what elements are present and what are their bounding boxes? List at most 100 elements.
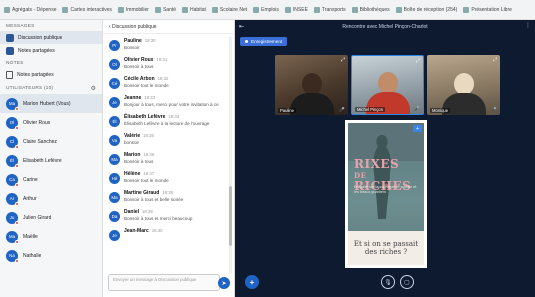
message-content: Martine Giraud 18:38 Bonsoir à tous et bel… bbox=[124, 190, 183, 203]
expand-icon[interactable]: ⤢ bbox=[416, 58, 420, 64]
public-chat-item[interactable]: Discussion publique bbox=[0, 31, 102, 44]
bookmark-item[interactable]: Habitat bbox=[182, 6, 206, 13]
status-dot-icon bbox=[15, 125, 19, 130]
user-row[interactable]: Ar Arthur bbox=[0, 189, 102, 208]
message-text: Bonsoir à tous et belle soirée bbox=[124, 197, 184, 202]
favicon-icon bbox=[154, 6, 161, 13]
message-content: Cécile Arbon 18:32 Bonsoir tout le monde bbox=[124, 76, 169, 89]
chat-panel: ‹ Discussion publique Pr Pauline 18:30 Bons… bbox=[103, 20, 235, 297]
message-header: Cécile Arbon 18:32 bbox=[124, 76, 169, 82]
message-content: Élisabeth Lefèvre 18:34 Élisabeth Lefèvre … bbox=[124, 114, 209, 127]
status-dot-icon bbox=[15, 106, 19, 111]
gear-icon[interactable]: ⚙ bbox=[91, 85, 96, 92]
send-icon: ➤ bbox=[221, 280, 227, 287]
left-panel: MESSAGES Discussion publique Notes parta… bbox=[0, 20, 103, 297]
bookmark-label: Immobilier bbox=[125, 6, 149, 13]
avatar: Ol bbox=[109, 59, 120, 70]
recording-badge[interactable]: Enregistrement bbox=[240, 37, 288, 46]
slide-footer: Et si on se passait des riches ? bbox=[348, 231, 424, 265]
video-tile-2[interactable]: ⤢ Michel Pinçon 🎤 bbox=[351, 55, 424, 115]
avatar-initials: Cl bbox=[9, 139, 15, 144]
users-section-title: UTILISATEURS (10) bbox=[6, 86, 54, 91]
bookmark-item[interactable]: Cartes interactives bbox=[62, 6, 112, 13]
avatar-initials: Ol bbox=[112, 62, 117, 67]
message-time: 18:31 bbox=[156, 57, 168, 62]
message-time: 18:40 bbox=[151, 228, 163, 233]
scrollbar-thumb[interactable] bbox=[229, 186, 232, 246]
user-row[interactable]: Ju Julien Girard bbox=[0, 208, 102, 227]
avatar-initials: Pr bbox=[112, 43, 117, 48]
actions-button[interactable]: + bbox=[245, 275, 259, 289]
status-dot-icon bbox=[15, 239, 19, 244]
video-tile-1[interactable]: ⤢ Pauline 🎤 bbox=[275, 55, 348, 115]
notes-item[interactable]: Notes partagées bbox=[0, 68, 102, 81]
avatar-initials: Je bbox=[112, 100, 117, 105]
camera-icon: ▢ bbox=[404, 279, 410, 286]
bookmark-item[interactable]: Immobilier bbox=[117, 6, 149, 13]
more-options-icon[interactable]: ⋮ bbox=[525, 22, 531, 29]
slide-options-button[interactable]: + bbox=[413, 125, 422, 132]
notes-icon bbox=[6, 46, 14, 55]
avatar-initials: Ma bbox=[8, 101, 16, 106]
slide-subtitle: Enquête sur la ségrégation sociale et le… bbox=[354, 185, 417, 194]
avatar: Da bbox=[109, 211, 120, 222]
favicon-icon bbox=[351, 6, 358, 13]
message-time: 18:37 bbox=[143, 171, 155, 176]
user-row[interactable]: Na Nathalie bbox=[0, 246, 102, 265]
avatar-initials: Ju bbox=[9, 215, 15, 220]
avatar: Pr bbox=[109, 40, 120, 51]
bookmark-item[interactable]: Boîte de réception (254) bbox=[395, 6, 457, 13]
bookmark-item[interactable]: INSEE bbox=[284, 6, 308, 13]
mic-icon: 🎤 bbox=[414, 106, 420, 111]
favicon-icon bbox=[182, 6, 189, 13]
user-row[interactable]: Ma Maëlle bbox=[0, 227, 102, 246]
collapse-icon[interactable]: ⇤ bbox=[239, 23, 244, 30]
chat-scrollbar[interactable] bbox=[229, 36, 232, 274]
status-dot-icon bbox=[15, 182, 19, 187]
user-list: Ma Marion Hubert (Vous) Ol Olivier Roux Cl Cl… bbox=[0, 94, 102, 265]
message-content: Hélène 18:37 Bonsoir tout le monde bbox=[124, 171, 169, 184]
status-dot-icon bbox=[15, 201, 19, 206]
message-content: Pauline 18:30 Bonsoir bbox=[124, 38, 156, 51]
bookmark-item[interactable]: Emplois bbox=[253, 6, 279, 13]
message-author: Daniel bbox=[124, 209, 140, 215]
user-row[interactable]: Ol Olivier Roux bbox=[0, 113, 102, 132]
bookmark-label: Agrégats - Dépense bbox=[12, 6, 57, 13]
main-top-bar: ⇤ Rencontre avec Michel Pinçon-Charlot ⋮ bbox=[235, 20, 535, 33]
chat-message: Hé Hélène 18:37 Bonsoir tout le monde bbox=[103, 169, 228, 188]
status-dot-icon bbox=[15, 144, 19, 149]
user-row[interactable]: Ma Marion Hubert (Vous) bbox=[0, 94, 102, 113]
bookmark-item[interactable]: Bibliothèques bbox=[351, 6, 390, 13]
expand-icon[interactable]: ⤢ bbox=[341, 57, 345, 63]
user-name: Carine bbox=[23, 176, 38, 183]
message-time: 18:32 bbox=[157, 76, 169, 81]
bookmark-item[interactable]: Scolaire Net bbox=[211, 6, 247, 13]
avatar: Je bbox=[109, 97, 120, 108]
shared-notes-item[interactable]: Notes partagées bbox=[0, 44, 102, 57]
message-author: Martine Giraud bbox=[124, 190, 160, 196]
user-row[interactable]: Ca Carine bbox=[0, 170, 102, 189]
message-author: Cécile Arbon bbox=[124, 76, 155, 82]
message-header: Élisabeth Lefèvre 18:34 bbox=[124, 114, 209, 120]
favicon-icon bbox=[463, 6, 470, 13]
message-content: Olivier Roux 18:31 Bonsoir à tous bbox=[124, 57, 167, 70]
bookmark-item[interactable]: Transports bbox=[313, 6, 346, 13]
camera-button[interactable]: ▢ bbox=[400, 275, 414, 289]
user-row[interactable]: Cl Claire Sanchez bbox=[0, 132, 102, 151]
recording-label: Enregistrement bbox=[251, 39, 283, 44]
bookmark-item[interactable]: Santé bbox=[154, 6, 176, 13]
chat-header[interactable]: ‹ Discussion publique bbox=[103, 20, 234, 34]
send-button[interactable]: ➤ bbox=[218, 277, 230, 289]
bookmark-item[interactable]: Présentation Libre bbox=[463, 6, 512, 13]
chat-input[interactable]: Envoyer un message à Discussion publique bbox=[108, 274, 220, 291]
bookmark-label: Habitat bbox=[190, 6, 206, 13]
bookmark-item[interactable]: Agrégats - Dépense bbox=[4, 6, 57, 13]
microphone-button[interactable]: 🎙 bbox=[381, 275, 395, 289]
message-time: 18:35 bbox=[143, 133, 154, 138]
avatar: Hé bbox=[109, 173, 120, 184]
message-header: Valérie 18:35 bbox=[124, 133, 154, 139]
avatar-initials: Da bbox=[111, 214, 118, 219]
user-row[interactable]: Él Élisabeth Lefèvre bbox=[0, 151, 102, 170]
expand-icon[interactable]: ⤢ bbox=[493, 57, 497, 63]
video-tile-3[interactable]: ⤢ Monique 🎤 bbox=[427, 55, 500, 115]
